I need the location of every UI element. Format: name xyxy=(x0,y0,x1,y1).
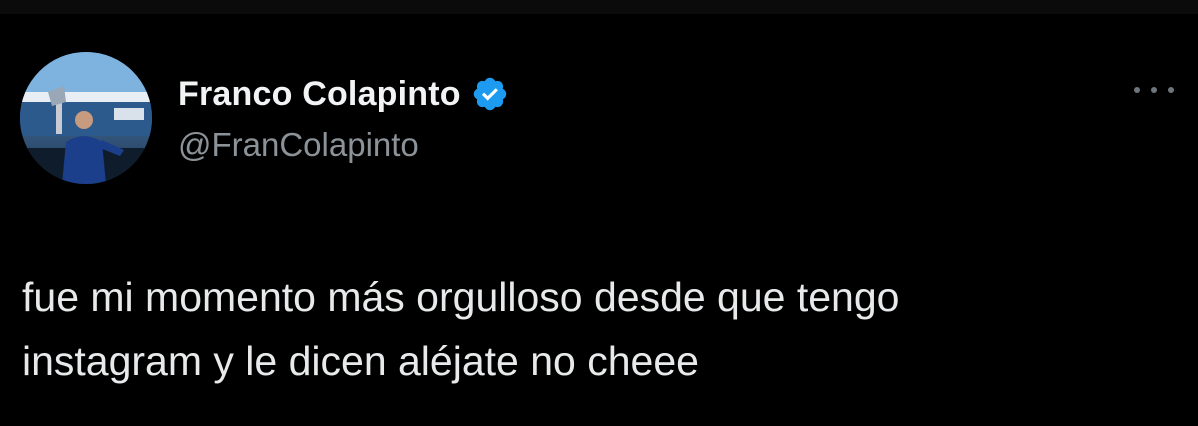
more-options-button[interactable] xyxy=(1134,78,1174,102)
top-strip xyxy=(0,0,1198,14)
tweet-text: fue mi momento más orgulloso desde que t… xyxy=(22,265,1172,393)
more-dot-icon xyxy=(1151,87,1157,93)
more-dot-icon xyxy=(1168,87,1174,93)
avatar-photo-icon xyxy=(20,52,152,184)
verified-badge-icon xyxy=(471,75,509,113)
author-display-name[interactable]: Franco Colapinto xyxy=(178,75,461,114)
avatar[interactable] xyxy=(20,52,152,184)
tweet-card: Franco Colapinto @FranColapinto fue mi m… xyxy=(0,0,1198,426)
author-name-row[interactable]: Franco Colapinto xyxy=(178,70,509,118)
author-handle[interactable]: @FranColapinto xyxy=(178,126,419,164)
more-dot-icon xyxy=(1134,87,1140,93)
tweet-text-line: instagram y le dicen aléjate no cheee xyxy=(22,338,699,384)
tweet-text-line: fue mi momento más orgulloso desde que t… xyxy=(22,274,900,320)
